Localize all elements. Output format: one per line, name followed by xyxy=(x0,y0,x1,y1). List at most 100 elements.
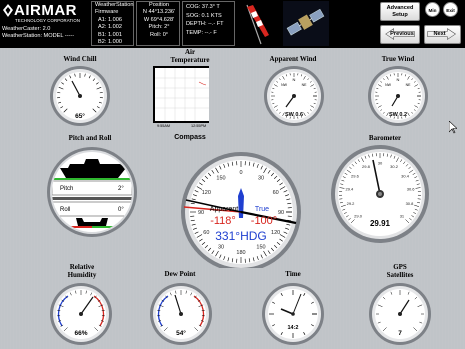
compass-tick-label: 90 xyxy=(198,210,204,216)
true-wind-value: SW 0.2 xyxy=(389,112,407,118)
barometer-tick-label: 29.2 xyxy=(347,201,356,206)
firmware-a1: A1: 1.006 xyxy=(98,16,122,23)
true-value: -100° xyxy=(251,215,277,227)
firmware-title-2: Firmware xyxy=(95,9,119,16)
heading-value: 331°HDG xyxy=(215,229,267,243)
apparent-wind-title: Apparent Wind xyxy=(269,55,317,63)
air-temp-title-1: Air xyxy=(184,48,196,56)
compass-tick-label: 30 xyxy=(218,245,224,251)
next-label: Next xyxy=(433,31,446,37)
true-wind-title: True Wind xyxy=(381,55,415,63)
apparent-wind-value: SW 0.6 xyxy=(285,112,303,118)
barometer-tick-label: 30.4 xyxy=(401,173,410,178)
brand-subtitle: TECHNOLOGY CORPORATION xyxy=(15,18,81,23)
advanced-label-1: Advanced xyxy=(386,5,414,11)
barometer-tick-label: 30.8 xyxy=(406,201,415,206)
wind-chill-value: 65° xyxy=(75,112,85,120)
svg-text:NW: NW xyxy=(281,83,288,87)
time-title: Time xyxy=(285,270,301,278)
pitch-value: 2° xyxy=(118,186,124,192)
humidity-title-2: Humidity xyxy=(67,271,97,279)
compass-tick-label: 180 xyxy=(236,250,245,256)
air-temp-title-2: Temperature xyxy=(170,56,210,64)
air-temp-title: Air Temperature xyxy=(160,48,220,64)
apparent-value: -118° xyxy=(210,215,236,227)
compass-tick-label: 0 xyxy=(239,170,242,176)
position-lat: N 44°13.236' xyxy=(142,9,176,16)
position-title: Position xyxy=(149,2,169,8)
compass-tick-label: 30 xyxy=(258,175,264,181)
dew-point-value: 54° xyxy=(176,329,186,337)
dew-point-gauge: 54° xyxy=(150,283,212,345)
svg-text:N: N xyxy=(397,77,400,82)
barometer-tick-label: 30.2 xyxy=(390,164,399,169)
advanced-setup-button[interactable]: Advanced Setup xyxy=(380,2,420,21)
position-roll: Roll: 0° xyxy=(149,31,169,38)
time-value: 14:2 xyxy=(287,325,298,331)
gps-title-2: Satellites xyxy=(386,271,414,279)
dew-point-title: Dew Point xyxy=(164,270,196,278)
true-wind-gauge: N NW NE SW 0.2 xyxy=(368,66,428,126)
nav-cog: COG: 37.3° T xyxy=(186,4,220,10)
humidity-title-1: Relative xyxy=(69,263,95,271)
svg-text:NE: NE xyxy=(302,83,308,87)
apparent-wind-gauge: N NW NE SW 0.6 xyxy=(264,66,324,126)
airmar-logo: AIRMAR TECHNOLOGY CORPORATION xyxy=(2,2,90,25)
compass-tick-label: 120 xyxy=(202,190,211,196)
humidity-value: 66% xyxy=(74,330,87,337)
advanced-label-2: Setup xyxy=(392,12,408,18)
device-info: WeatherCaster: 2.0 WeatherStation: MODEL… xyxy=(2,26,74,41)
nav-depth: DEPTH: --.- FT xyxy=(186,21,224,28)
svg-text:NE: NE xyxy=(406,83,412,87)
top-bar: AIRMAR TECHNOLOGY CORPORATION WeatherCas… xyxy=(0,0,465,48)
previous-label: Previous xyxy=(390,31,414,37)
barometer-tick-label: 31 xyxy=(400,213,405,218)
pitch-label: Pitch xyxy=(60,186,73,192)
gps-satellites-gauge: 7 xyxy=(369,283,431,345)
position-lon: W 69°4.628' xyxy=(143,16,175,23)
compass-tick-label: 60 xyxy=(273,190,279,196)
brand-name: AIRMAR xyxy=(14,2,77,19)
position-info: Position N 44°13.236' W 69°4.628' Pitch:… xyxy=(140,2,178,39)
barometer-gauge: 29.0 29.2 29.4 29.629.8 30 30.230.4 30.6 30.8 31… xyxy=(331,145,429,243)
mouse-cursor-icon xyxy=(449,121,457,134)
nav-info: COG: 37.3° T SOG: 0.1 KTS DEPTH: --.- FT… xyxy=(186,3,224,37)
device-line-1: WeatherCaster: 2.0 xyxy=(2,26,51,32)
airmar-mark-icon xyxy=(3,4,13,17)
exit-button[interactable]: Exit xyxy=(443,2,458,17)
min-button[interactable]: Min xyxy=(425,2,440,17)
air-temp-x-start: 9:55AM xyxy=(157,124,170,128)
wind-chill-gauge: 65° xyxy=(50,66,110,126)
nav-sog: SOG: 0.1 KTS xyxy=(186,12,222,19)
satellite-icon xyxy=(283,1,329,46)
barometer-tick-label: 30.6 xyxy=(407,187,416,192)
time-clock: 14:2 xyxy=(262,283,324,345)
barometer-value: 29.91 xyxy=(370,219,391,228)
barometer-tick-label: 29.8 xyxy=(362,164,371,169)
humidity-gauge: 66% xyxy=(50,283,112,345)
humidity-title: Relative Humidity xyxy=(52,263,112,279)
device-line-2: WeatherStation: MODEL ----- xyxy=(2,33,75,40)
previous-button[interactable]: Previous xyxy=(380,25,420,44)
windsock-button[interactable] xyxy=(239,1,279,46)
nav-temp: TEMP: --.- F xyxy=(186,29,217,36)
barometer-title: Barometer xyxy=(368,134,402,142)
firmware-title-1: WeatherStation xyxy=(95,2,134,8)
next-button[interactable]: Next xyxy=(424,25,461,44)
compass-tick-label: 120 xyxy=(271,230,280,236)
compass-tick-label: 150 xyxy=(256,245,265,251)
wind-chill-title: Wind Chill xyxy=(63,55,97,63)
barometer-tick-label: 29.0 xyxy=(354,213,363,218)
firmware-info: WeatherStation Firmware A1: 1.006 A2: 1.… xyxy=(95,2,133,46)
barometer-tick-label: 29.4 xyxy=(345,187,354,192)
apparent-label: Apparent xyxy=(210,206,238,213)
svg-text:NW: NW xyxy=(385,83,392,87)
satellite-button[interactable] xyxy=(283,1,329,46)
pitch-roll-gauge: Pitch 2° Roll 0° xyxy=(47,147,137,237)
svg-text:N: N xyxy=(293,77,296,82)
firmware-b1: B1: 1.001 xyxy=(98,31,122,38)
gps-title: GPS Satellites xyxy=(370,263,430,279)
gps-value: 7 xyxy=(398,330,402,337)
pitch-roll-title: Pitch and Roll xyxy=(68,134,112,142)
compass-gauge: 0 30 60 90 120 150 180 30 60 90 120 150 Apparent Tr… xyxy=(181,152,301,268)
